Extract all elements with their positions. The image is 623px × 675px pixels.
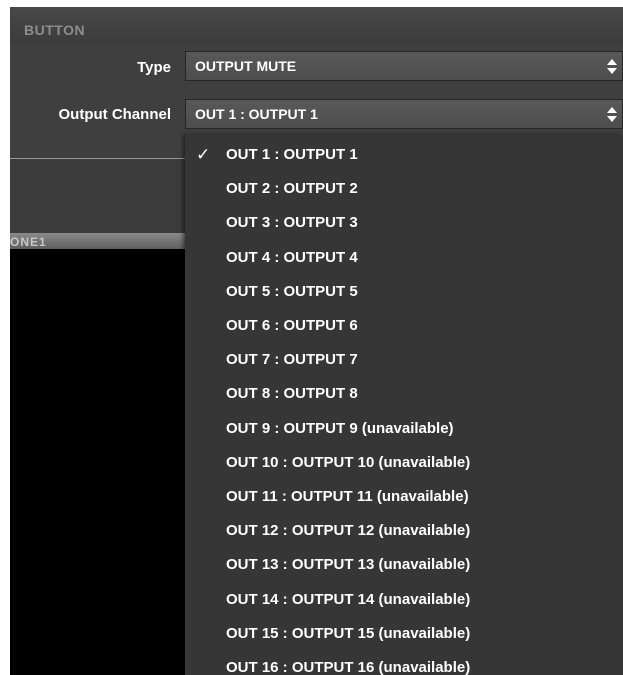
menu-item-label: OUT 2 : OUTPUT 2 bbox=[226, 180, 358, 198]
checkmark-icon: ✓ bbox=[196, 145, 211, 164]
menu-item-label: OUT 14 : OUTPUT 14 (unavailable) bbox=[226, 590, 471, 608]
menu-item-out-3[interactable]: OUT 3 : OUTPUT 3 bbox=[185, 206, 623, 240]
menu-item-out-8[interactable]: OUT 8 : OUTPUT 8 bbox=[185, 377, 623, 411]
menu-item-label: OUT 13 : OUTPUT 13 (unavailable) bbox=[226, 556, 471, 574]
menu-item-out-5[interactable]: OUT 5 : OUTPUT 5 bbox=[185, 275, 623, 309]
menu-item-out-1[interactable]: ✓ OUT 1 : OUTPUT 1 bbox=[185, 138, 623, 172]
menu-item-label: OUT 5 : OUTPUT 5 bbox=[226, 282, 358, 300]
output-channel-dropdown-menu: ✓ OUT 1 : OUTPUT 1 OUT 2 : OUTPUT 2 OUT 3 :… bbox=[185, 135, 623, 675]
menu-item-out-15[interactable]: OUT 15 : OUTPUT 15 (unavailable) bbox=[185, 617, 623, 651]
output-channel-select[interactable]: OUT 1 : OUTPUT 1 bbox=[185, 99, 623, 129]
background-area bbox=[10, 159, 185, 233]
menu-item-label: OUT 3 : OUTPUT 3 bbox=[226, 214, 358, 232]
inspector-panel: BUTTON Type OUTPUT MUTE Output Channel O… bbox=[10, 7, 623, 675]
menu-item-label: OUT 7 : OUTPUT 7 bbox=[226, 351, 358, 369]
up-down-stepper-icon bbox=[607, 59, 617, 74]
menu-item-out-10[interactable]: OUT 10 : OUTPUT 10 (unavailable) bbox=[185, 446, 623, 480]
type-select-value: OUTPUT MUTE bbox=[195, 58, 297, 74]
section-title: BUTTON bbox=[24, 22, 86, 38]
panel-tab[interactable]: ONE1 bbox=[10, 233, 185, 249]
menu-item-label: OUT 4 : OUTPUT 4 bbox=[226, 248, 358, 266]
panel-tab-label: ONE1 bbox=[10, 235, 47, 249]
menu-item-out-12[interactable]: OUT 12 : OUTPUT 12 (unavailable) bbox=[185, 514, 623, 548]
menu-item-label: OUT 10 : OUTPUT 10 (unavailable) bbox=[226, 453, 471, 471]
menu-item-out-11[interactable]: OUT 11 : OUTPUT 11 (unavailable) bbox=[185, 480, 623, 514]
menu-item-out-4[interactable]: OUT 4 : OUTPUT 4 bbox=[185, 241, 623, 275]
canvas-area bbox=[10, 249, 185, 675]
menu-item-label: OUT 6 : OUTPUT 6 bbox=[226, 317, 358, 334]
section-header: BUTTON bbox=[10, 7, 623, 43]
menu-item-label: OUT 9 : OUTPUT 9 (unavailable) bbox=[226, 419, 454, 437]
menu-item-out-13[interactable]: OUT 13 : OUTPUT 13 (unavailable) bbox=[185, 548, 623, 582]
menu-item-label: OUT 1 : OUTPUT 1 bbox=[226, 146, 358, 163]
menu-item-label: OUT 16 : OUTPUT 16 (unavailable) bbox=[226, 659, 471, 675]
menu-item-label: OUT 11 : OUTPUT 11 (unavailable) bbox=[226, 488, 469, 505]
output-channel-select-value: OUT 1 : OUTPUT 1 bbox=[195, 106, 318, 122]
menu-item-out-16[interactable]: OUT 16 : OUTPUT 16 (unavailable) bbox=[185, 651, 623, 675]
menu-item-out-6[interactable]: OUT 6 : OUTPUT 6 bbox=[185, 309, 623, 343]
type-select[interactable]: OUTPUT MUTE bbox=[185, 51, 623, 81]
menu-item-out-14[interactable]: OUT 14 : OUTPUT 14 (unavailable) bbox=[185, 583, 623, 617]
output-channel-label: Output Channel bbox=[58, 106, 172, 123]
menu-item-label: OUT 15 : OUTPUT 15 (unavailable) bbox=[226, 624, 471, 642]
up-down-stepper-icon bbox=[607, 107, 617, 122]
menu-item-out-2[interactable]: OUT 2 : OUTPUT 2 bbox=[185, 172, 623, 206]
menu-item-out-9[interactable]: OUT 9 : OUTPUT 9 (unavailable) bbox=[185, 412, 623, 446]
type-label: Type bbox=[137, 59, 171, 76]
menu-item-label: OUT 12 : OUTPUT 12 (unavailable) bbox=[226, 522, 471, 540]
menu-item-out-7[interactable]: OUT 7 : OUTPUT 7 bbox=[185, 343, 623, 377]
menu-item-label: OUT 8 : OUTPUT 8 bbox=[226, 385, 358, 403]
